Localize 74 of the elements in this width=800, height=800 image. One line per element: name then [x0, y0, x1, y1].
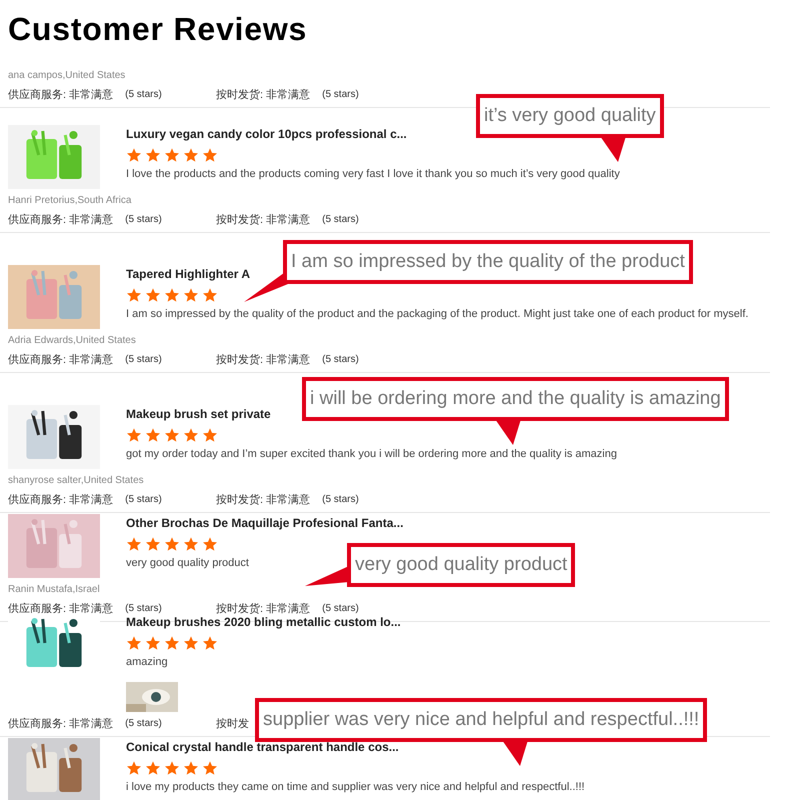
star-icon: [145, 426, 161, 442]
star-icon: [183, 536, 199, 552]
star-icon: [145, 760, 161, 776]
rating-label: 供应商服务: 非常满意: [8, 602, 114, 616]
review-text: I am so impressed by the quality of the product and the packaging of the product. Might just take one of each product for myself.: [126, 306, 748, 322]
rating-label: 供应商服务: 非常满意: [8, 352, 114, 368]
callout-pointer: [305, 566, 349, 586]
rating-value: (5 stars): [125, 716, 162, 730]
reviewer-name: ana campos,United States: [8, 68, 126, 82]
callout: supplier was very nice and helpful and respectful..!!!: [255, 698, 708, 742]
star-icon: [126, 760, 142, 776]
star-icon: [126, 536, 142, 552]
star-icon: [183, 286, 199, 302]
rating-value: (5 stars): [125, 88, 162, 102]
rating-label: 按时发货: 非常满意: [216, 492, 310, 508]
star-icon: [183, 146, 199, 162]
star-icon: [164, 536, 180, 552]
review-text: I love the products and the products coming very fast I love it thank you so much it’s very good quality: [126, 166, 620, 182]
rating-label: 供应商服务: 非常满意: [8, 212, 114, 228]
product-title[interactable]: Luxury vegan candy color 10pcs professional c...: [126, 124, 407, 142]
star-icon: [145, 286, 161, 302]
rating-value: (5 stars): [125, 492, 162, 506]
rating-label: 按时发: [216, 716, 249, 732]
product-title[interactable]: Tapered Highlighter A: [126, 264, 250, 282]
star-icon: [202, 536, 218, 552]
star-icon: [126, 286, 142, 302]
rating-value: (5 stars): [125, 602, 162, 616]
star-icon: [202, 286, 218, 302]
rating-value: (5 stars): [125, 212, 162, 226]
review-text: got my order today and I’m super excited thank you i will be ordering more and the quality is amazing: [126, 446, 617, 462]
callout: very good quality product: [347, 543, 576, 587]
review-text: very good quality product: [126, 556, 249, 570]
rating-label: 供应商服务: 非常满意: [8, 716, 114, 732]
reviewer-name: Ranin Mustafa,Israel: [8, 582, 101, 596]
rating-label: 按时发货: 非常满意: [216, 88, 310, 102]
reviewer-name: Hanri Pretorius,South Africa: [8, 194, 132, 208]
star-icon: [202, 146, 218, 162]
rating-value: (5 stars): [322, 352, 359, 366]
star-icon: [202, 760, 218, 776]
star-icon: [126, 426, 142, 442]
star-icon: [164, 286, 180, 302]
product-title[interactable]: Other Brochas De Maquillaje Profesional Fanta...: [126, 514, 404, 532]
star-icon: [126, 634, 142, 650]
rating-label: 供应商服务: 非常满意: [8, 492, 114, 508]
callout: I am so impressed by the quality of the product: [283, 240, 693, 284]
callout: it’s very good quality: [476, 94, 664, 138]
rating-value: (5 stars): [322, 88, 359, 102]
star-icon: [164, 634, 180, 650]
star-icon: [202, 426, 218, 442]
star-icon: [183, 426, 199, 442]
callout: i will be ordering more and the quality is amazing: [302, 377, 729, 421]
rating-value: (5 stars): [322, 602, 359, 616]
star-icon: [183, 634, 199, 650]
star-icon: [126, 146, 142, 162]
reviewer-name: Adria Edwards,United States: [8, 334, 137, 348]
star-icon: [183, 760, 199, 776]
star-icon: [202, 634, 218, 650]
rating-label: 按时发货: 非常满意: [216, 212, 310, 228]
review-text: i love my products they came on time and supplier was very nice and helpful and respectful..!!!: [126, 780, 585, 795]
review-text: amazing: [126, 654, 168, 670]
product-title[interactable]: Makeup brush set private: [126, 404, 271, 422]
star-icon: [145, 634, 161, 650]
star-icon: [164, 760, 180, 776]
star-icon: [164, 146, 180, 162]
rating-label: 按时发货: 非常满意: [216, 352, 310, 368]
star-icon: [145, 536, 161, 552]
rating-value: (5 stars): [322, 212, 359, 226]
rating-label: 供应商服务: 非常满意: [8, 88, 114, 102]
reviewer-name: shanyrose salter,United States: [8, 474, 145, 488]
star-icon: [145, 146, 161, 162]
rating-value: (5 stars): [125, 352, 162, 366]
star-icon: [164, 426, 180, 442]
page-heading: Customer Reviews: [8, 10, 308, 49]
rating-value: (5 stars): [322, 492, 359, 506]
